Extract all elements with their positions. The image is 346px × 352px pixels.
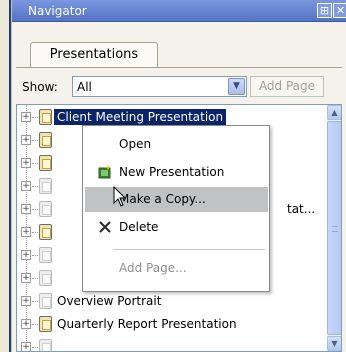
tree-item-label: Overview Portrait	[57, 294, 162, 308]
window-title: Navigator	[28, 4, 87, 18]
context-menu: Open New Presentation Make a Copy... Del…	[82, 125, 270, 292]
scroll-down-icon[interactable]: ▼	[327, 336, 341, 351]
presentation-icon	[39, 132, 52, 148]
pin-button[interactable]: ⊞	[317, 3, 332, 18]
portrait-icon	[39, 201, 52, 217]
presentation-icon	[39, 316, 52, 332]
show-filter-select[interactable]: All ▼	[72, 76, 247, 97]
close-icon: ✕	[335, 4, 346, 17]
add-page-button[interactable]: Add Page	[250, 76, 324, 97]
title-bar[interactable]: Navigator ⊞ ✕	[12, 0, 346, 22]
expand-icon[interactable]: +	[21, 112, 31, 122]
tree-item[interactable]: +	[17, 337, 323, 351]
show-filter-value: All	[77, 80, 92, 94]
portrait-icon	[39, 293, 52, 309]
pin-icon: ⊞	[319, 4, 330, 17]
expand-icon[interactable]: +	[21, 181, 31, 191]
menu-item-open[interactable]: Open	[85, 132, 268, 157]
tab-presentations[interactable]: Presentations	[30, 42, 158, 68]
tree-item-label: tat...	[287, 202, 316, 216]
expand-icon[interactable]: +	[21, 158, 31, 168]
tree-item[interactable]: + Quarterly Report Presentation	[17, 314, 323, 335]
menu-separator	[113, 249, 265, 250]
scroll-thumb[interactable]	[327, 121, 341, 335]
new-presentation-icon	[98, 165, 111, 179]
presentation-icon	[39, 155, 52, 171]
navigator-toolbar: Show: All ▼ Add Page	[16, 72, 342, 102]
expand-icon[interactable]: +	[21, 319, 31, 329]
tree-item-label: Client Meeting Presentation	[54, 109, 227, 125]
portrait-icon	[39, 339, 52, 351]
expand-icon[interactable]: +	[21, 342, 31, 351]
expand-icon[interactable]: +	[21, 296, 31, 306]
expand-icon[interactable]: +	[21, 250, 31, 260]
portrait-icon	[39, 270, 52, 286]
show-label: Show:	[22, 80, 58, 94]
window-left-edge	[0, 0, 12, 352]
menu-item-delete[interactable]: Delete	[85, 215, 268, 240]
delete-x-icon	[99, 221, 111, 233]
expand-icon[interactable]: +	[21, 204, 31, 214]
scroll-up-icon[interactable]: ▲	[327, 105, 341, 120]
close-button[interactable]: ✕	[333, 3, 346, 18]
navigator-window: Navigator ⊞ ✕ Presentations Show: All ▼ …	[0, 0, 346, 352]
mouse-cursor-icon	[113, 186, 127, 207]
presentation-icon	[39, 224, 52, 240]
expand-icon[interactable]: +	[21, 135, 31, 145]
presentation-icon	[39, 109, 52, 125]
expand-icon[interactable]: +	[21, 227, 31, 237]
tree-item[interactable]: + Overview Portrait	[17, 291, 323, 312]
chevron-down-icon[interactable]: ▼	[228, 78, 245, 95]
portrait-icon	[39, 247, 52, 263]
menu-item-new-presentation[interactable]: New Presentation	[85, 160, 268, 185]
expand-icon[interactable]: +	[21, 273, 31, 283]
portrait-icon	[39, 178, 52, 194]
menu-item-add-page[interactable]: Add Page...	[85, 256, 268, 281]
vertical-scrollbar[interactable]: ▲ ▼	[327, 105, 341, 351]
tree-item-label: Quarterly Report Presentation	[57, 317, 237, 331]
